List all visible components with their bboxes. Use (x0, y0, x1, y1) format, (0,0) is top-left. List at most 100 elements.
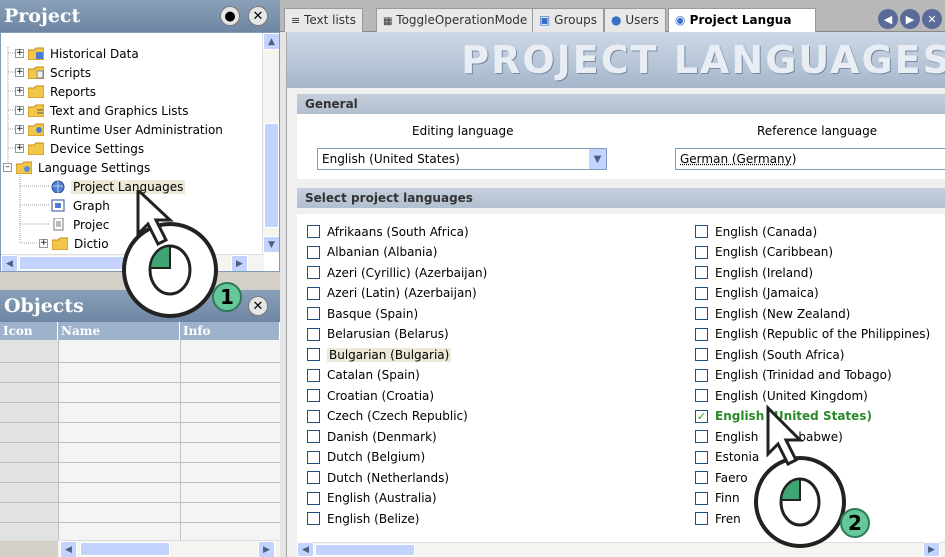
checkbox[interactable] (307, 512, 320, 525)
checkbox[interactable] (695, 512, 708, 525)
language-checkbox-item[interactable]: Afrikaans (South Africa) (307, 222, 469, 241)
language-checkbox-item[interactable]: English (Jamaica) (695, 284, 819, 303)
tree-vertical-scrollbar[interactable]: ▲ ▼ (262, 33, 279, 253)
scroll-down-icon[interactable]: ▼ (263, 236, 279, 253)
tab-groups[interactable]: ▣ Groups (532, 8, 604, 32)
checkbox[interactable] (695, 307, 708, 320)
checkbox[interactable] (307, 450, 320, 464)
checkbox[interactable] (307, 471, 320, 484)
language-checkbox-item[interactable]: Basque (Spain) (307, 304, 418, 323)
language-checkbox-item[interactable]: English (Trinidad and Tobago) (695, 366, 892, 385)
column-header-icon[interactable]: Icon (0, 322, 58, 340)
language-checkbox-item[interactable]: Dutch (Netherlands) (307, 468, 449, 487)
scroll-thumb[interactable] (315, 544, 415, 556)
language-checkbox-item[interactable]: English (Canada) (695, 222, 817, 241)
language-checkbox-item[interactable]: English (Republic of the Philippines) (695, 325, 930, 344)
language-checkbox-item[interactable]: Finn (695, 489, 740, 508)
checkbox[interactable] (695, 225, 708, 238)
scroll-thumb[interactable] (80, 542, 170, 556)
tab-text-lists[interactable]: ≡ Text lists (284, 8, 364, 32)
language-label: Albanian (Albania) (327, 245, 438, 259)
checkbox-checked[interactable]: ✓ (695, 409, 708, 423)
checkbox[interactable] (695, 471, 708, 484)
tab-users[interactable]: ● Users (604, 8, 666, 32)
language-label: Bulgarian (Bulgaria) (327, 347, 452, 362)
checkbox[interactable] (695, 245, 708, 259)
language-checkbox-item[interactable]: English (South Africa) (695, 345, 844, 364)
editor-banner: PROJECT LANGUAGES (287, 32, 945, 88)
checkbox[interactable] (695, 389, 708, 402)
scroll-thumb[interactable] (264, 123, 279, 228)
close-icon[interactable]: ✕ (248, 296, 268, 316)
user-icon: ● (611, 13, 622, 27)
tab-label: Groups (554, 13, 597, 27)
close-icon[interactable]: ✕ (248, 6, 268, 26)
checkbox[interactable] (307, 286, 320, 300)
language-checkbox-item[interactable]: English (Australia) (307, 489, 437, 508)
checkbox[interactable] (695, 491, 708, 505)
checkbox[interactable] (695, 266, 708, 279)
language-label: Fren (715, 511, 741, 526)
tab-scroll-left-icon[interactable]: ◀ (878, 9, 898, 29)
language-checkbox-item[interactable]: English (New Zealand) (695, 304, 850, 323)
chevron-down-icon[interactable]: ▼ (588, 149, 606, 169)
scroll-left-icon[interactable]: ◀ (60, 541, 77, 557)
grid-body (58, 340, 280, 540)
callout-number: 2 (840, 508, 870, 538)
language-checkbox-item[interactable]: Azeri (Cyrillic) (Azerbaijan) (307, 263, 487, 282)
language-label: English (Australia) (327, 491, 437, 505)
checkbox[interactable] (695, 348, 708, 361)
objects-horizontal-scrollbar[interactable]: ◀ ▶ (0, 540, 280, 557)
checkbox[interactable] (695, 450, 708, 464)
checkbox[interactable] (307, 307, 320, 320)
pin-icon[interactable]: ● (220, 6, 240, 26)
text-lists-icon: ≡ (291, 14, 301, 27)
language-label: English (New Zealand) (715, 306, 851, 321)
checkbox[interactable] (695, 286, 708, 300)
language-checkbox-item[interactable]: Belarusian (Belarus) (307, 325, 449, 344)
tab-project-languages[interactable]: ◉ Project Langua (668, 8, 816, 32)
tab-close-icon[interactable]: ✕ (922, 9, 942, 29)
checkbox[interactable] (307, 491, 320, 505)
language-checkbox-item[interactable]: Bulgarian (Bulgaria) (307, 345, 452, 364)
language-label: English (United Kingdom) (715, 388, 868, 403)
tab-label: Users (625, 13, 659, 27)
scroll-right-icon[interactable]: ▶ (923, 542, 940, 557)
language-checkbox-item[interactable]: Czech (Czech Republic) (307, 407, 468, 426)
checkbox[interactable] (307, 327, 320, 341)
scroll-right-icon[interactable]: ▶ (258, 541, 275, 557)
language-checkbox-item[interactable]: English (Caribbean) (695, 243, 833, 262)
checkbox[interactable] (695, 430, 708, 443)
scroll-up-icon[interactable]: ▲ (263, 33, 279, 50)
checkbox[interactable] (307, 409, 320, 423)
language-checkbox-item[interactable]: Albanian (Albania) (307, 243, 437, 262)
language-label: Finn (715, 491, 740, 505)
language-checkbox-item[interactable]: English (Belize) (307, 509, 419, 528)
reference-language-dropdown[interactable]: German (Germany) (675, 148, 945, 170)
checkbox[interactable] (695, 368, 708, 382)
checkbox[interactable] (695, 327, 708, 341)
tab-scroll-right-icon[interactable]: ▶ (900, 9, 920, 29)
language-checkbox-item[interactable]: Azeri (Latin) (Azerbaijan) (307, 284, 477, 303)
checkbox[interactable] (307, 389, 320, 402)
tab-label: Project Langua (689, 13, 792, 27)
editing-language-value: English (United States) (322, 152, 460, 166)
language-checkbox-item[interactable]: English (Ireland) (695, 263, 813, 282)
checkbox[interactable] (307, 348, 320, 361)
editing-language-dropdown[interactable]: English (United States) ▼ (317, 148, 607, 170)
language-checkbox-item[interactable]: Dutch (Belgium) (307, 448, 425, 467)
reference-language-label: Reference language (757, 124, 878, 138)
language-checkbox-item[interactable]: Fren (695, 509, 741, 528)
checkbox[interactable] (307, 266, 320, 279)
icon-column (0, 340, 58, 540)
scroll-left-icon[interactable]: ◀ (297, 542, 314, 557)
checkbox[interactable] (307, 430, 320, 443)
scroll-left-icon[interactable]: ◀ (1, 255, 18, 271)
checkbox[interactable] (307, 245, 320, 259)
language-checkbox-item[interactable]: Danish (Denmark) (307, 427, 437, 446)
checkbox[interactable] (307, 225, 320, 238)
checkbox[interactable] (307, 368, 320, 382)
tab-toggle-operation-mode[interactable]: ▦ ToggleOperationMode (376, 8, 535, 32)
language-checkbox-item[interactable]: Croatian (Croatia) (307, 386, 434, 405)
language-checkbox-item[interactable]: Catalan (Spain) (307, 366, 420, 385)
